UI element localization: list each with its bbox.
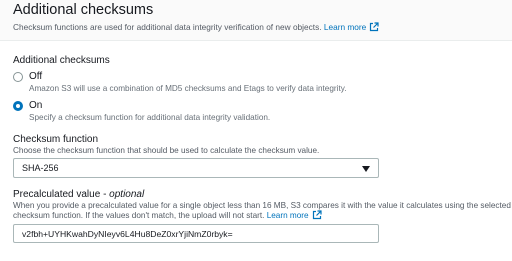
- radio-on-label[interactable]: On: [29, 100, 42, 112]
- external-link-icon[interactable]: [312, 210, 322, 223]
- section-description: Checksum functions are used for addition…: [13, 21, 379, 35]
- precalculated-description-line2: checksum function. If the values don't m…: [13, 210, 322, 223]
- radio-off[interactable]: [13, 72, 23, 82]
- radio-off-description: Amazon S3 will use a combination of MD5 …: [29, 84, 347, 93]
- radio-on[interactable]: [13, 101, 23, 111]
- learn-more-link[interactable]: Learn more: [324, 22, 366, 32]
- section-header: Additional checksums Checksum functions …: [0, 0, 512, 41]
- radio-off-label[interactable]: Off: [29, 71, 42, 83]
- additional-checksums-label: Additional checksums: [13, 55, 110, 66]
- precalculated-description-text: checksum function. If the values don't m…: [13, 211, 265, 220]
- section-description-text: Checksum functions are used for addition…: [13, 22, 322, 32]
- checksum-function-select[interactable]: SHA-256: [13, 158, 379, 178]
- radio-on-description: Specify a checksum function for addition…: [29, 113, 271, 122]
- precalculated-value-text[interactable]: v2fbh+UYHKwahDyNIeyv6L4Hu8DeZ0xrYjiNmZ0r…: [22, 229, 233, 239]
- caret-down-icon[interactable]: [362, 166, 370, 172]
- learn-more-link-2[interactable]: Learn more: [267, 211, 309, 220]
- precalculated-value-input[interactable]: v2fbh+UYHKwahDyNIeyv6L4Hu8DeZ0xrYjiNmZ0r…: [13, 224, 379, 243]
- optional-tag: optional: [109, 189, 145, 200]
- precalculated-value-label-text: Precalculated value: [13, 189, 101, 200]
- checksum-function-value: SHA-256: [22, 163, 59, 173]
- external-link-icon[interactable]: [369, 22, 379, 35]
- section-title: Additional checksums: [13, 2, 154, 18]
- checksum-function-description: Choose the checksum function that should…: [13, 146, 320, 155]
